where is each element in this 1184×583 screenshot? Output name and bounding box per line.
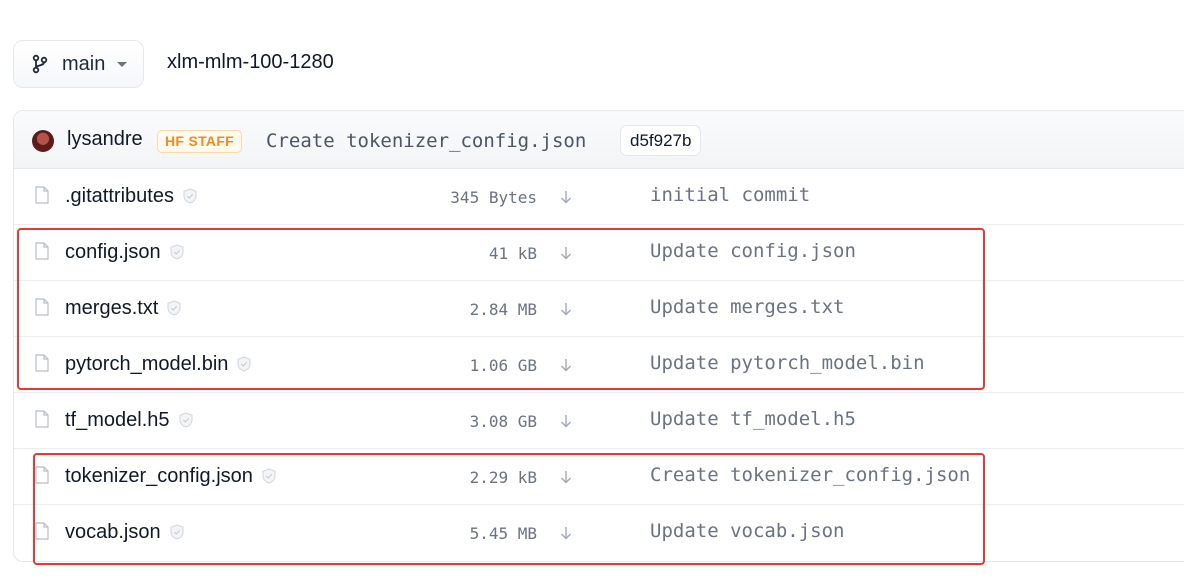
file-row[interactable]: tf_model.h5 3.08 GB Update tf_model.h5 xyxy=(14,393,1184,449)
file-commit-message[interactable]: Update config.json xyxy=(650,240,856,262)
file-name[interactable]: config.json xyxy=(65,241,161,263)
file-icon xyxy=(35,298,49,316)
file-commit-message[interactable]: Update tf_model.h5 xyxy=(650,408,856,430)
file-row[interactable]: .gitattributes 345 Bytes initial commit xyxy=(14,169,1184,225)
file-size: 41 kB xyxy=(488,244,537,263)
file-icon xyxy=(35,522,49,540)
file-commit-message[interactable]: Update merges.txt xyxy=(650,296,844,318)
avatar[interactable] xyxy=(32,130,54,152)
file-size: 3.08 GB xyxy=(469,412,537,431)
branch-label: main xyxy=(62,52,106,75)
shield-check-icon[interactable] xyxy=(170,523,184,540)
file-icon xyxy=(35,242,49,260)
shield-check-icon[interactable] xyxy=(183,187,197,204)
file-commit-message[interactable]: Update vocab.json xyxy=(650,520,844,542)
git-branch-icon xyxy=(32,53,52,75)
chevron-down-icon xyxy=(117,61,128,67)
download-arrow-icon[interactable] xyxy=(560,526,572,540)
file-row[interactable]: pytorch_model.bin 1.06 GB Update pytorch… xyxy=(14,337,1184,393)
file-size: 2.84 MB xyxy=(469,300,537,319)
repo-path: xlm-mlm-100-1280 xyxy=(167,51,334,73)
file-name[interactable]: tokenizer_config.json xyxy=(65,465,253,487)
staff-badge: HF STAFF xyxy=(157,130,243,153)
file-commit-message[interactable]: Update pytorch_model.bin xyxy=(650,352,925,374)
shield-check-icon[interactable] xyxy=(262,467,276,484)
download-arrow-icon[interactable] xyxy=(560,246,572,260)
file-size: 2.29 kB xyxy=(469,468,537,487)
file-name[interactable]: pytorch_model.bin xyxy=(65,353,228,375)
download-arrow-icon[interactable] xyxy=(560,470,572,484)
file-name[interactable]: vocab.json xyxy=(65,521,161,543)
file-size: 1.06 GB xyxy=(469,356,537,375)
file-name[interactable]: tf_model.h5 xyxy=(65,409,170,431)
commit-author[interactable]: lysandre xyxy=(67,128,143,151)
commit-message[interactable]: Create tokenizer_config.json xyxy=(266,130,586,152)
last-commit-bar: lysandre HF STAFF Create tokenizer_confi… xyxy=(14,111,1184,169)
file-row[interactable]: merges.txt 2.84 MB Update merges.txt xyxy=(14,281,1184,337)
file-table: lysandre HF STAFF Create tokenizer_confi… xyxy=(13,110,1184,562)
file-name[interactable]: .gitattributes xyxy=(65,185,174,207)
file-row[interactable]: vocab.json 5.45 MB Update vocab.json xyxy=(14,505,1184,561)
file-row[interactable]: tokenizer_config.json 2.29 kB Create tok… xyxy=(14,449,1184,505)
file-size: 345 Bytes xyxy=(450,188,537,207)
shield-check-icon[interactable] xyxy=(237,355,251,372)
download-arrow-icon[interactable] xyxy=(560,302,572,316)
file-size: 5.45 MB xyxy=(469,524,537,543)
download-arrow-icon[interactable] xyxy=(560,358,572,372)
file-icon xyxy=(35,354,49,372)
file-icon xyxy=(35,466,49,484)
file-commit-message[interactable]: Create tokenizer_config.json xyxy=(650,464,970,486)
file-icon xyxy=(35,410,49,428)
shield-check-icon[interactable] xyxy=(179,411,193,428)
file-row[interactable]: config.json 41 kB Update config.json xyxy=(14,225,1184,281)
branch-selector-button[interactable]: main xyxy=(13,40,144,88)
file-icon xyxy=(35,186,49,204)
shield-check-icon[interactable] xyxy=(167,299,181,316)
shield-check-icon[interactable] xyxy=(170,243,184,260)
download-arrow-icon[interactable] xyxy=(560,414,572,428)
commit-hash[interactable]: d5f927b xyxy=(620,125,702,156)
download-arrow-icon[interactable] xyxy=(560,190,572,204)
file-name[interactable]: merges.txt xyxy=(65,297,158,319)
file-commit-message[interactable]: initial commit xyxy=(650,184,810,206)
